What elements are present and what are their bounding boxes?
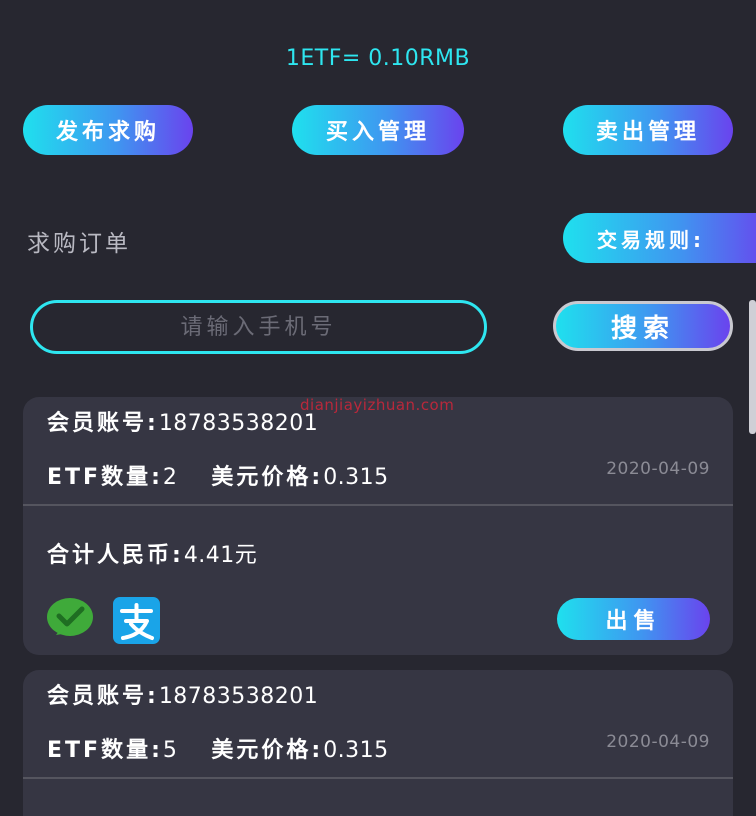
account-label: 会员账号: <box>47 411 159 436</box>
app-screen: 1ETF= 0.10RMB 发布求购 买入管理 卖出管理 求购订单 交易规则: … <box>0 0 756 816</box>
account-value: 18783538201 <box>158 684 319 709</box>
order-card: 会员账号:18783538201 ETF数量:2 美元价格:0.315 2020-… <box>23 397 733 655</box>
usd-price-label: 美元价格: <box>211 465 324 490</box>
etf-qty-label: ETF数量: <box>47 738 163 763</box>
divider <box>23 777 733 779</box>
order-date: 2020-04-09 <box>606 459 710 479</box>
quantity-price-row: ETF数量:2 美元价格:0.315 <box>47 459 389 491</box>
etf-qty-value: 5 <box>162 738 178 763</box>
etf-qty-value: 2 <box>162 465 178 490</box>
wechat-pay-icon <box>47 598 93 636</box>
account-row: 会员账号:18783538201 <box>47 405 318 437</box>
publish-buy-request-button[interactable]: 发布求购 <box>23 105 193 155</box>
divider <box>23 504 733 506</box>
sell-management-button[interactable]: 卖出管理 <box>563 105 733 155</box>
order-date: 2020-04-09 <box>606 732 710 752</box>
buy-management-button[interactable]: 买入管理 <box>292 105 464 155</box>
search-button[interactable]: 搜索 <box>553 301 733 351</box>
etf-qty-label: ETF数量: <box>47 465 163 490</box>
section-title: 求购订单 <box>27 231 131 257</box>
total-rmb-value: 4.41元 <box>183 543 258 568</box>
account-row: 会员账号:18783538201 <box>47 678 318 710</box>
order-card: 会员账号:18783538201 ETF数量:5 美元价格:0.315 2020-… <box>23 670 733 816</box>
exchange-rate-text: 1ETF= 0.10RMB <box>285 46 471 71</box>
quantity-price-row: ETF数量:5 美元价格:0.315 <box>47 732 389 764</box>
usd-price-label: 美元价格: <box>211 738 324 763</box>
scrollbar[interactable] <box>749 300 756 434</box>
account-value: 18783538201 <box>158 411 319 436</box>
total-row: 合计人民币:4.41元 <box>47 537 257 569</box>
phone-search-input[interactable] <box>30 300 487 354</box>
usd-price-value: 0.315 <box>323 738 389 763</box>
total-rmb-label: 合计人民币: <box>47 543 184 568</box>
alipay-icon <box>113 597 160 644</box>
usd-price-value: 0.315 <box>323 465 389 490</box>
sell-button[interactable]: 出售 <box>557 598 710 640</box>
account-label: 会员账号: <box>47 684 159 709</box>
watermark-text: dianjiayizhuan.com <box>300 396 455 414</box>
trading-rules-button[interactable]: 交易规则: <box>563 213 756 263</box>
